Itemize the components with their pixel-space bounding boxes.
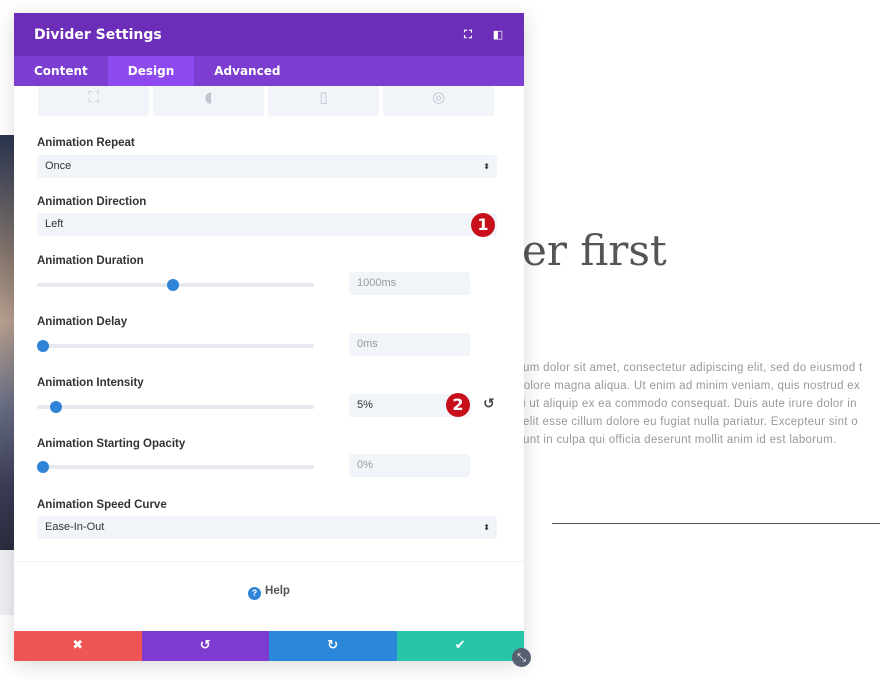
divider-line (552, 523, 880, 524)
tab-advanced[interactable]: Advanced (194, 56, 300, 86)
animation-duration-label: Animation Duration (37, 255, 144, 267)
slider-knob[interactable] (37, 340, 49, 352)
animation-style-row: ⛶ ◖ ▯ ◎ (38, 86, 494, 116)
animation-delay-slider[interactable] (37, 340, 314, 352)
slider-knob[interactable] (166, 279, 179, 291)
animation-duration-slider[interactable] (37, 279, 314, 291)
select-value: Once (45, 160, 72, 172)
sidebar-dock-icon[interactable]: ◧ (492, 28, 504, 41)
save-button[interactable]: ✔ (396, 631, 524, 661)
animation-opacity-slider[interactable] (37, 461, 314, 473)
body-line: sunt in culpa qui officia deserunt molli… (517, 434, 837, 446)
animation-direction-label: Animation Direction (37, 196, 147, 208)
undo-button[interactable]: ↺ (141, 631, 269, 661)
help-icon: ? (248, 587, 262, 600)
page-heading: er first (522, 226, 667, 275)
reset-icon[interactable]: ↺ (483, 396, 495, 412)
panel-title: Divider Settings (34, 26, 162, 43)
animation-opacity-label: Animation Starting Opacity (37, 438, 186, 450)
animation-repeat-select[interactable]: Once ⬍ (37, 155, 497, 178)
animation-delay-input[interactable]: 0ms (349, 333, 470, 356)
resize-handle-icon[interactable]: ⤡ (512, 648, 531, 667)
slider-knob[interactable] (50, 401, 63, 413)
body-line: sum dolor sit amet, consectetur adipisci… (517, 362, 863, 374)
animation-speed-curve-label: Animation Speed Curve (37, 499, 167, 511)
animation-speed-curve-select[interactable]: Ease-In-Out ⬍ (37, 516, 497, 539)
animation-duration-input[interactable]: 1000ms (349, 272, 470, 295)
panel-footer: ✖ ↺ ↻ ✔ (14, 631, 524, 661)
annotation-badge-1: 1 (471, 213, 495, 237)
help-label: Help (265, 585, 290, 597)
roll-icon[interactable]: ◎ (383, 86, 494, 116)
select-value: Ease-In-Out (45, 521, 105, 533)
animation-intensity-slider[interactable] (37, 401, 314, 413)
animation-delay-label: Animation Delay (37, 316, 128, 328)
help-link[interactable]: ? Help (14, 585, 524, 600)
page-body-text: sum dolor sit amet, consectetur adipisci… (517, 359, 880, 449)
fullscreen-icon[interactable]: ⛶ (462, 28, 474, 41)
cancel-button[interactable]: ✖ (14, 631, 142, 661)
zoom-icon[interactable]: ⛶ (38, 86, 149, 116)
body-line: velit esse cillum dolore eu fugiat nulla… (517, 416, 858, 428)
annotation-badge-2: 2 (446, 393, 470, 417)
tab-design[interactable]: Design (107, 56, 195, 86)
animation-opacity-input[interactable]: 0% (349, 454, 470, 477)
select-arrows-icon: ⬍ (483, 162, 490, 171)
redo-button[interactable]: ↻ (269, 631, 397, 661)
tab-content[interactable]: Content (14, 56, 108, 86)
fold-icon[interactable]: ◖ (153, 86, 264, 116)
body-line: si ut aliquip ex ea commodo consequat. D… (517, 398, 857, 410)
separator (14, 561, 524, 562)
animation-intensity-label: Animation Intensity (37, 377, 144, 389)
animation-repeat-label: Animation Repeat (37, 137, 135, 149)
animation-direction-select[interactable]: Left (37, 213, 497, 236)
flip-icon[interactable]: ▯ (268, 86, 379, 116)
body-line: dolore magna aliqua. Ut enim ad minim ve… (517, 380, 861, 392)
tab-bar: Content Design Advanced (14, 56, 524, 86)
panel-header: Divider Settings ⛶ ◧ (14, 13, 524, 56)
select-value: Left (45, 218, 64, 230)
slider-knob[interactable] (37, 461, 49, 473)
divider-settings-panel: Divider Settings ⛶ ◧ Content Design Adva… (14, 13, 524, 661)
select-arrows-icon: ⬍ (483, 523, 490, 532)
